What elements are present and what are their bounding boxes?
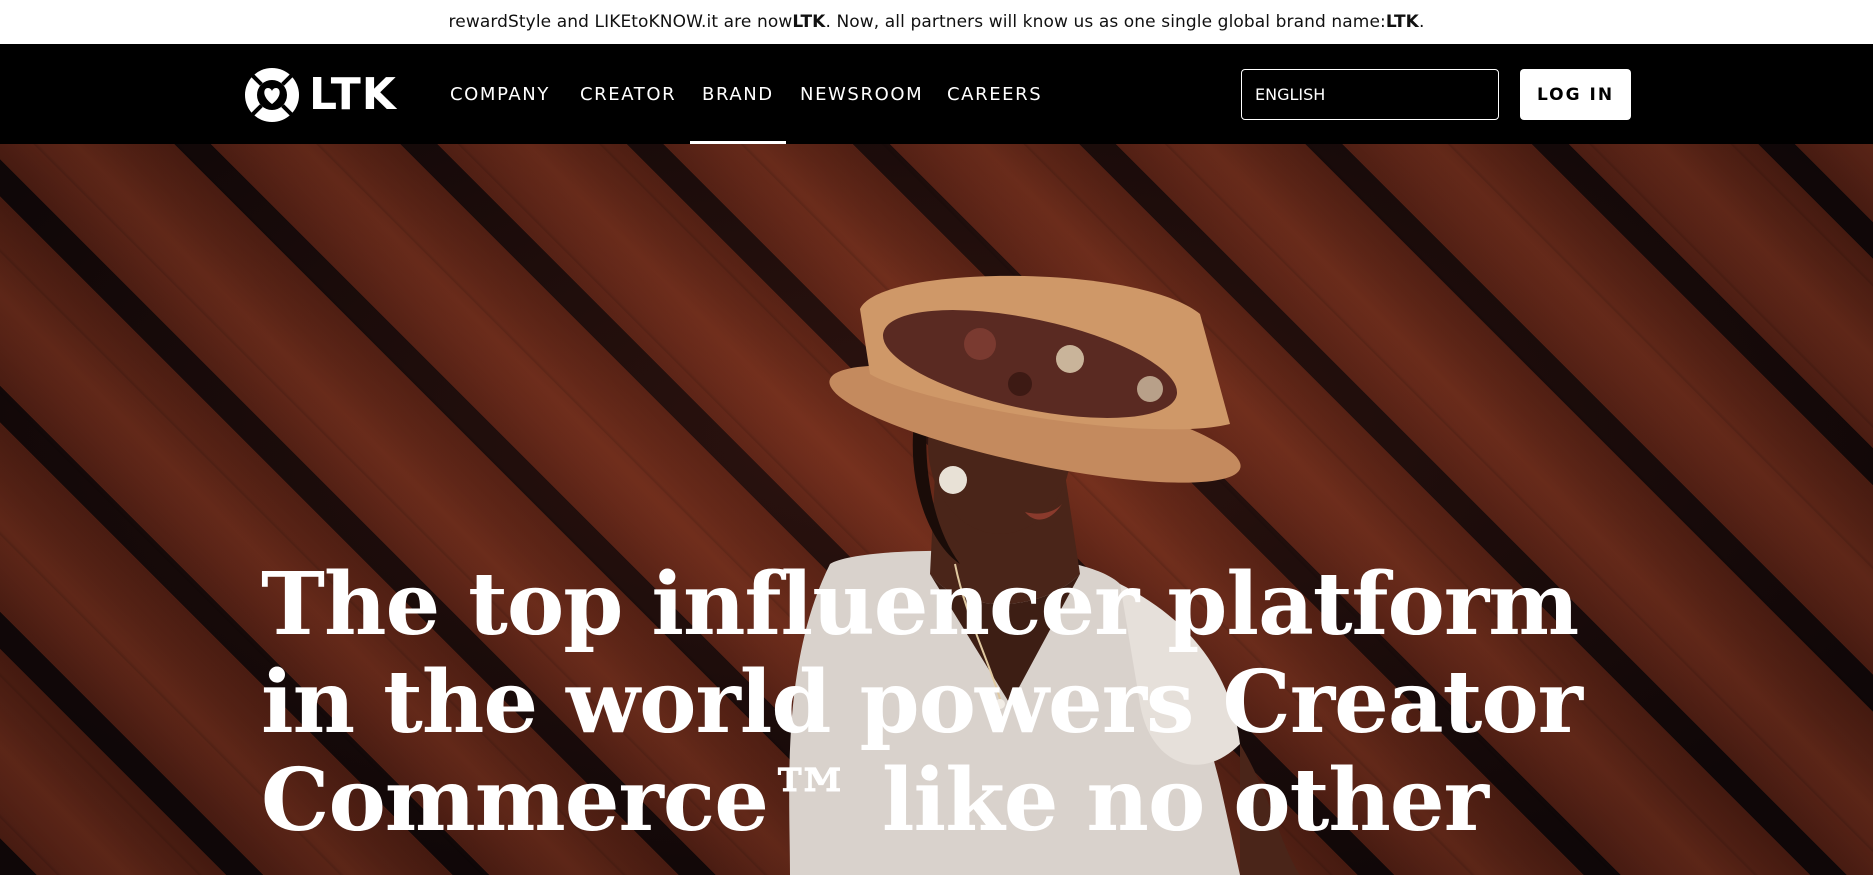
nav-item-creator[interactable]: CREATOR bbox=[580, 44, 676, 144]
hero-headline: The top influencer platform in the world… bbox=[261, 554, 1583, 851]
announcement-bar: rewardStyle and LIKEtoKNOW.it are now LT… bbox=[0, 0, 1873, 44]
nav-item-company[interactable]: COMPANY bbox=[450, 44, 550, 144]
nav-item-careers[interactable]: CAREERS bbox=[947, 44, 1042, 144]
nav-item-brand[interactable]: BRAND bbox=[690, 44, 786, 144]
heart-in-circle-logo-icon bbox=[245, 68, 299, 122]
announcement-text-middle: . Now, all partners will know us as one … bbox=[825, 12, 1386, 32]
nav-item-newsroom[interactable]: NEWSROOM bbox=[800, 44, 923, 144]
announcement-text-end: . bbox=[1418, 12, 1425, 32]
announcement-brand-2: LTK bbox=[1385, 12, 1419, 32]
announcement-brand-1: LTK bbox=[792, 12, 826, 32]
hero-section: The top influencer platform in the world… bbox=[0, 144, 1873, 875]
ltk-logo-link[interactable]: LTK bbox=[243, 66, 397, 124]
announcement-text-start: rewardStyle and LIKEtoKNOW.it are now bbox=[448, 12, 793, 32]
language-select[interactable]: ENGLISH bbox=[1241, 69, 1499, 120]
login-button[interactable]: LOG IN bbox=[1520, 69, 1631, 120]
top-navigation: LTK COMPANY CREATOR BRAND NEWSROOM CAREE… bbox=[0, 44, 1873, 144]
language-select-value: ENGLISH bbox=[1255, 85, 1326, 104]
logo-wordmark: LTK bbox=[309, 69, 397, 120]
